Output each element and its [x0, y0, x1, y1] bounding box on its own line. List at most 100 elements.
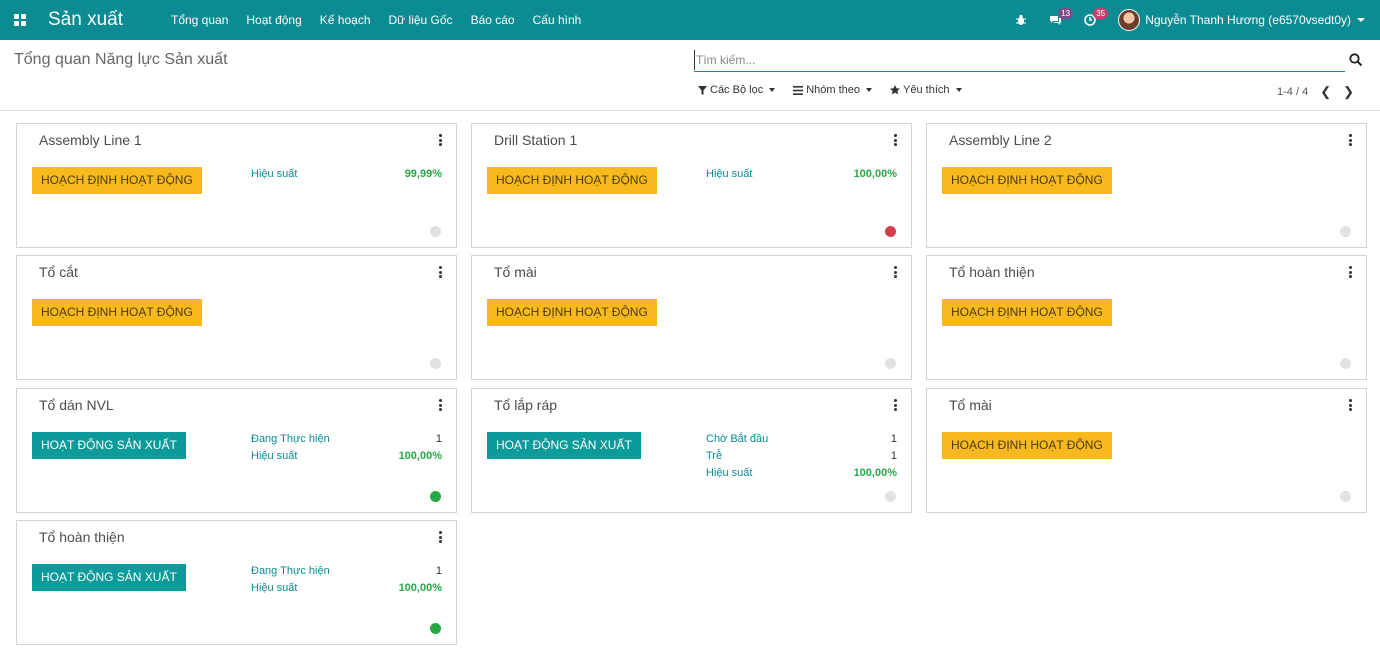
- workcenter-card[interactable]: Assembly Line 2 HOẠCH ĐỊNH HOẠT ĐỘNG: [926, 123, 1367, 248]
- stat-label[interactable]: Đang Thực hiện: [251, 433, 330, 445]
- main-menu: Tổng quan Hoạt động Kế hoạch Dữ liệu Gốc…: [171, 13, 599, 27]
- workcenter-card[interactable]: Tổ lắp ráp HOẠT ĐỘNG SẢN XUẤT Chờ Bắt đầu 1…: [471, 388, 912, 513]
- kebab-menu-icon[interactable]: [439, 531, 443, 543]
- messages-count-badge: 13: [1058, 8, 1074, 19]
- chevron-left-icon[interactable]: ❮: [1320, 84, 1331, 100]
- user-avatar[interactable]: [1118, 9, 1141, 31]
- stat-label[interactable]: Hiệu suất: [251, 168, 297, 180]
- filters-button[interactable]: Các Bộ lọc: [698, 84, 776, 96]
- workcenter-card[interactable]: Tổ dán NVL HOẠT ĐỘNG SẢN XUẤT Đang Thực hi…: [16, 388, 457, 513]
- workcenter-title[interactable]: Tổ mài: [494, 264, 537, 280]
- status-dot[interactable]: [885, 358, 896, 369]
- menu-item-planning[interactable]: Kế hoạch: [320, 13, 371, 27]
- stat-label[interactable]: Chờ Bắt đầu: [706, 433, 768, 445]
- pager: 1-4 / 4 ❮ ❯: [1277, 84, 1354, 100]
- search-icon[interactable]: [1349, 53, 1363, 67]
- plan-orders-button[interactable]: HOẠCH ĐỊNH HOẠT ĐỘNG: [942, 299, 1112, 326]
- workcenter-title[interactable]: Tổ dán NVL: [39, 397, 114, 413]
- workcenter-title[interactable]: Tổ hoàn thiện: [949, 264, 1035, 280]
- user-name[interactable]: Nguyễn Thanh Hương (e6570vsedt0y): [1145, 13, 1351, 27]
- messages-icon[interactable]: 13: [1049, 8, 1074, 26]
- pager-value[interactable]: 1-4 / 4: [1277, 86, 1308, 98]
- group-by-label: Nhóm theo: [806, 84, 861, 96]
- favorites-button[interactable]: Yêu thích: [890, 84, 962, 96]
- workcenter-card[interactable]: Drill Station 1 HOẠCH ĐỊNH HOẠT ĐỘNG Hiệu …: [471, 123, 912, 248]
- stat-row: Hiệu suất 100,00%: [251, 450, 442, 462]
- stat-row: Hiệu suất 99,99%: [251, 168, 442, 180]
- stat-value: 100,00%: [398, 450, 442, 462]
- status-dot[interactable]: [1340, 358, 1351, 369]
- kebab-menu-icon[interactable]: [439, 266, 443, 278]
- status-dot[interactable]: [430, 358, 441, 369]
- workcenter-card[interactable]: Tổ hoàn thiện HOẠCH ĐỊNH HOẠT ĐỘNG: [926, 255, 1367, 380]
- stat-label[interactable]: Hiệu suất: [706, 168, 752, 180]
- workcenter-card[interactable]: Tổ hoàn thiện HOẠT ĐỘNG SẢN XUẤT Đang Thực…: [16, 520, 457, 645]
- workcenter-title[interactable]: Assembly Line 1: [39, 132, 142, 148]
- plan-orders-button[interactable]: HOẠCH ĐỊNH HOẠT ĐỘNG: [32, 167, 202, 194]
- chevron-right-icon[interactable]: ❯: [1343, 84, 1354, 100]
- workcenter-title[interactable]: Tổ lắp ráp: [494, 397, 557, 413]
- work-orders-button[interactable]: HOẠT ĐỘNG SẢN XUẤT: [32, 564, 186, 591]
- plan-orders-button[interactable]: HOẠCH ĐỊNH HOẠT ĐỘNG: [942, 432, 1112, 459]
- workcenter-title[interactable]: Tổ mài: [949, 397, 992, 413]
- menu-item-master-data[interactable]: Dữ liệu Gốc: [389, 13, 453, 27]
- stat-label[interactable]: Hiệu suất: [706, 467, 752, 479]
- bug-icon[interactable]: [1015, 14, 1027, 26]
- status-dot[interactable]: [1340, 491, 1351, 502]
- kebab-menu-icon[interactable]: [1349, 399, 1353, 411]
- top-navbar: Sản xuất Tổng quan Hoạt động Kế hoạch Dữ…: [0, 0, 1380, 40]
- stat-row: Trễ 1: [706, 450, 897, 462]
- group-by-button[interactable]: Nhóm theo: [793, 84, 873, 96]
- kebab-menu-icon[interactable]: [1349, 134, 1353, 146]
- kebab-menu-icon[interactable]: [894, 266, 898, 278]
- stat-label[interactable]: Hiệu suất: [251, 582, 297, 594]
- plan-orders-button[interactable]: HOẠCH ĐỊNH HOẠT ĐỘNG: [32, 299, 202, 326]
- stat-row: Chờ Bắt đầu 1: [706, 433, 897, 445]
- kebab-menu-icon[interactable]: [1349, 266, 1353, 278]
- workcenter-title[interactable]: Tổ hoàn thiện: [39, 529, 125, 545]
- workcenter-card[interactable]: Tổ mài HOẠCH ĐỊNH HOẠT ĐỘNG: [926, 388, 1367, 513]
- status-dot[interactable]: [1340, 226, 1351, 237]
- workcenter-card[interactable]: Tổ cắt HOẠCH ĐỊNH HOẠT ĐỘNG: [16, 255, 457, 380]
- workcenter-title[interactable]: Drill Station 1: [494, 132, 577, 148]
- activities-count-badge: 35: [1093, 8, 1109, 19]
- stat-label[interactable]: Trễ: [706, 450, 722, 462]
- chevron-down-icon: [866, 88, 873, 92]
- menu-item-configuration[interactable]: Cấu hình: [533, 13, 582, 27]
- status-dot[interactable]: [885, 491, 896, 502]
- kebab-menu-icon[interactable]: [894, 399, 898, 411]
- stat-row: Hiệu suất 100,00%: [706, 467, 897, 479]
- workcenter-title[interactable]: Tổ cắt: [39, 264, 78, 280]
- search-bar: [694, 50, 1345, 72]
- app-name[interactable]: Sản xuất: [48, 9, 123, 31]
- stat-label[interactable]: Đang Thực hiện: [251, 565, 330, 577]
- workcenter-card[interactable]: Tổ mài HOẠCH ĐỊNH HOẠT ĐỘNG: [471, 255, 912, 380]
- workcenter-title[interactable]: Assembly Line 2: [949, 132, 1052, 148]
- workcenter-card[interactable]: Assembly Line 1 HOẠCH ĐỊNH HOẠT ĐỘNG Hiệu …: [16, 123, 457, 248]
- status-dot[interactable]: [885, 226, 896, 237]
- plan-orders-button[interactable]: HOẠCH ĐỊNH HOẠT ĐỘNG: [942, 167, 1112, 194]
- navbar-right: 13 35 Nguyễn Thanh Hương (e6570vsedt0y): [1015, 0, 1380, 40]
- work-orders-button[interactable]: HOẠT ĐỘNG SẢN XUẤT: [32, 432, 186, 459]
- plan-orders-button[interactable]: HOẠCH ĐỊNH HOẠT ĐỘNG: [487, 167, 657, 194]
- activities-clock-icon[interactable]: 35: [1084, 8, 1109, 26]
- search-options: Các Bộ lọc Nhóm theo Yêu thích: [698, 84, 980, 96]
- menu-item-reporting[interactable]: Báo cáo: [471, 13, 515, 27]
- user-menu-caret-icon[interactable]: [1357, 18, 1365, 22]
- status-dot[interactable]: [430, 226, 441, 237]
- plan-orders-button[interactable]: HOẠCH ĐỊNH HOẠT ĐỘNG: [487, 299, 657, 326]
- apps-menu-icon[interactable]: [14, 14, 26, 26]
- menu-item-operations[interactable]: Hoạt động: [246, 13, 301, 27]
- menu-item-overview[interactable]: Tổng quan: [171, 13, 228, 27]
- status-dot[interactable]: [430, 491, 441, 502]
- stat-row: Hiệu suất 100,00%: [251, 582, 442, 594]
- status-dot[interactable]: [430, 623, 441, 634]
- kebab-menu-icon[interactable]: [894, 134, 898, 146]
- stat-label[interactable]: Hiệu suất: [251, 450, 297, 462]
- work-orders-button[interactable]: HOẠT ĐỘNG SẢN XUẤT: [487, 432, 641, 459]
- kebab-menu-icon[interactable]: [439, 134, 443, 146]
- filters-label: Các Bộ lọc: [710, 84, 764, 96]
- stat-value: 100,00%: [398, 582, 442, 594]
- search-input[interactable]: [694, 50, 1345, 70]
- kebab-menu-icon[interactable]: [439, 399, 443, 411]
